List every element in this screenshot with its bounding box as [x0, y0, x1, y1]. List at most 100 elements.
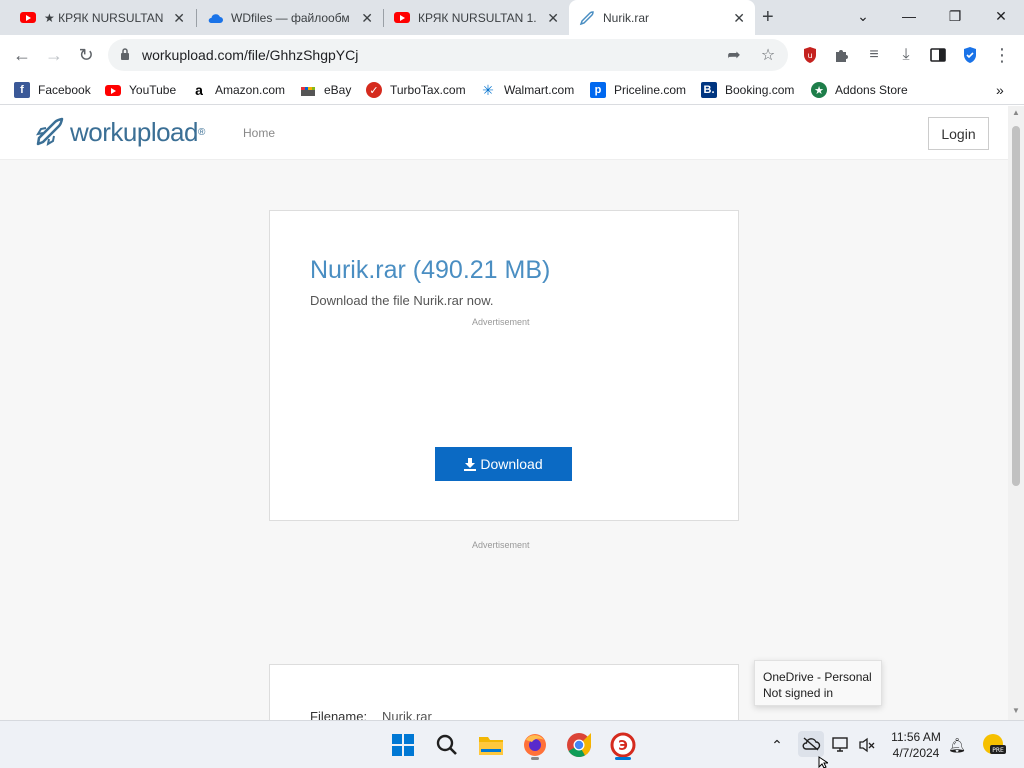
page-scrollbar[interactable]: ▲ ▼	[1008, 106, 1024, 720]
start-button[interactable]	[389, 731, 417, 759]
bookmark-label: eBay	[324, 83, 352, 97]
folder-icon	[479, 737, 503, 755]
extensions-puzzle-icon[interactable]	[832, 45, 852, 65]
mouse-cursor-icon	[818, 756, 828, 768]
pre-release-badge[interactable]: PRE	[980, 731, 1006, 757]
logo-wordmark: workupload	[70, 116, 198, 147]
reload-button[interactable]: ↻	[74, 43, 98, 67]
forward-button[interactable]: →	[42, 43, 66, 67]
bookmark-facebook[interactable]: f Facebook	[14, 81, 91, 99]
chevron-down-icon: ⌄	[857, 7, 869, 24]
youtube-icon	[394, 10, 410, 26]
download-card: Nurik.rar (490.21 MB) Download the file …	[269, 210, 739, 521]
ublock-shield-icon[interactable]: u	[800, 45, 820, 65]
scrollbar-thumb[interactable]	[1012, 126, 1020, 486]
filename-label: Filename:	[310, 709, 368, 720]
bookmark-ebay[interactable]: eBay	[300, 81, 351, 99]
login-button[interactable]: Login	[928, 117, 989, 150]
bookmark-label: Facebook	[38, 83, 91, 97]
youtube-icon	[105, 82, 121, 98]
bookmark-label: Booking.com	[725, 83, 795, 97]
web-page: workupload ® Home Login Nurik.rar (490.2…	[0, 106, 1008, 720]
file-details-card: Filename: Nurik.rar	[269, 664, 739, 720]
clock-date: 4/7/2024	[892, 746, 940, 760]
close-tab-icon[interactable]: ✕	[173, 10, 185, 27]
minimize-button[interactable]: —	[886, 0, 932, 32]
download-button-label: Download	[480, 456, 543, 472]
lock-icon	[120, 47, 130, 66]
bookmark-label: TurboTax.com	[390, 83, 466, 97]
tooltip-line-1: OneDrive - Personal	[763, 670, 872, 684]
minimize-icon: —	[902, 8, 916, 24]
volume-muted-icon	[859, 737, 875, 753]
bookmark-label: Priceline.com	[614, 83, 687, 97]
file-title: Nurik.rar (490.21 MB)	[310, 256, 551, 284]
bookmark-turbotax[interactable]: ✓ TurboTax.com	[366, 81, 466, 99]
chrome-icon	[567, 733, 591, 758]
bookmark-priceline[interactable]: p Priceline.com	[590, 81, 686, 99]
booking-icon: B.	[701, 82, 717, 98]
new-tab-button[interactable]: +	[762, 0, 792, 35]
search-icon	[436, 734, 457, 755]
notifications-button[interactable]: 🔔︎	[946, 735, 968, 755]
browser-toolbar: ← → ↻ workupload.com/file/GhhzShgpYCj ➦ …	[0, 35, 1024, 75]
back-button[interactable]: ←	[10, 43, 34, 67]
bookmark-booking[interactable]: B. Booking.com	[701, 81, 794, 99]
tab-3[interactable]: КРЯК NURSULTAN 1.1 ✕	[384, 0, 569, 35]
close-window-button[interactable]: ✕	[978, 0, 1024, 32]
arrow-right-icon: →	[45, 44, 63, 65]
address-bar[interactable]: workupload.com/file/GhhzShgpYCj ➦ ☆	[108, 39, 788, 71]
nav-home-link[interactable]: Home	[243, 126, 275, 140]
volume-tray-button[interactable]	[856, 735, 878, 755]
svg-text:PRE: PRE	[992, 747, 1004, 754]
scroll-up-arrow-icon[interactable]: ▲	[1012, 108, 1020, 117]
network-tray-button[interactable]	[830, 735, 852, 755]
monitor-network-icon	[832, 737, 848, 752]
download-button[interactable]: Download	[435, 447, 572, 481]
windows-logo-icon	[392, 734, 414, 756]
media-playlist-icon[interactable]: ≡	[864, 45, 884, 65]
bookmark-walmart[interactable]: ✳ Walmart.com	[480, 81, 574, 99]
search-button[interactable]	[433, 731, 461, 759]
url-text: workupload.com/file/GhhzShgpYCj	[142, 47, 359, 63]
file-subtitle: Download the file Nurik.rar now.	[310, 293, 494, 308]
registered-mark: ®	[197, 126, 206, 138]
onedrive-cloud-off-icon	[802, 737, 821, 751]
tab-1[interactable]: ★ КРЯК NURSULTAN★ ✕	[0, 0, 195, 35]
close-tab-icon[interactable]: ✕	[361, 10, 373, 27]
share-icon[interactable]: ➦	[724, 45, 744, 65]
close-tab-icon[interactable]: ✕	[733, 10, 745, 27]
bookmark-addons-store[interactable]: ★ Addons Store	[811, 81, 908, 99]
tab-search-button[interactable]: ⌄	[840, 0, 886, 32]
bookmarks-overflow-button[interactable]: »	[996, 81, 1004, 99]
pre-badge-icon: PRE	[983, 734, 1006, 754]
download-icon[interactable]: ⤓	[896, 45, 916, 65]
file-explorer-button[interactable]	[477, 731, 505, 759]
scroll-down-arrow-icon[interactable]: ▼	[1012, 706, 1020, 715]
tab-4-active[interactable]: Nurik.rar ✕	[569, 0, 755, 35]
reload-icon: ↻	[78, 44, 94, 65]
bookmark-label: YouTube	[129, 83, 177, 97]
bookmark-label: Walmart.com	[504, 83, 575, 97]
bookmark-youtube[interactable]: YouTube	[105, 81, 176, 99]
system-clock[interactable]: 11:56 AM 4/7/2024	[886, 729, 946, 761]
rocket-logo-icon	[35, 117, 64, 147]
bookmark-star-icon[interactable]: ☆	[758, 45, 778, 65]
workupload-logo[interactable]: workupload ®	[34, 116, 205, 148]
close-icon: ✕	[995, 7, 1007, 24]
firefox-button[interactable]	[521, 731, 549, 760]
side-panel-icon[interactable]	[928, 45, 948, 65]
clock-time: 11:56 AM	[891, 730, 941, 744]
security-shield-icon[interactable]	[960, 45, 980, 65]
chrome-button[interactable]	[565, 731, 593, 759]
bookmark-amazon[interactable]: a Amazon.com	[191, 81, 285, 99]
site-header: workupload ® Home Login	[0, 106, 1008, 160]
close-tab-icon[interactable]: ✕	[547, 10, 559, 27]
onedrive-tray-button[interactable]	[798, 731, 824, 757]
show-hidden-icons-button[interactable]: ⌃	[766, 735, 788, 755]
tab-2[interactable]: WDfiles — файлообм ✕	[197, 0, 383, 35]
active-app-button[interactable]: Э	[609, 731, 637, 760]
menu-kebab-icon[interactable]: ⋮	[992, 45, 1012, 65]
tab-title: КРЯК NURSULTAN 1.1	[418, 10, 536, 25]
restore-button[interactable]: ❐	[932, 0, 978, 32]
